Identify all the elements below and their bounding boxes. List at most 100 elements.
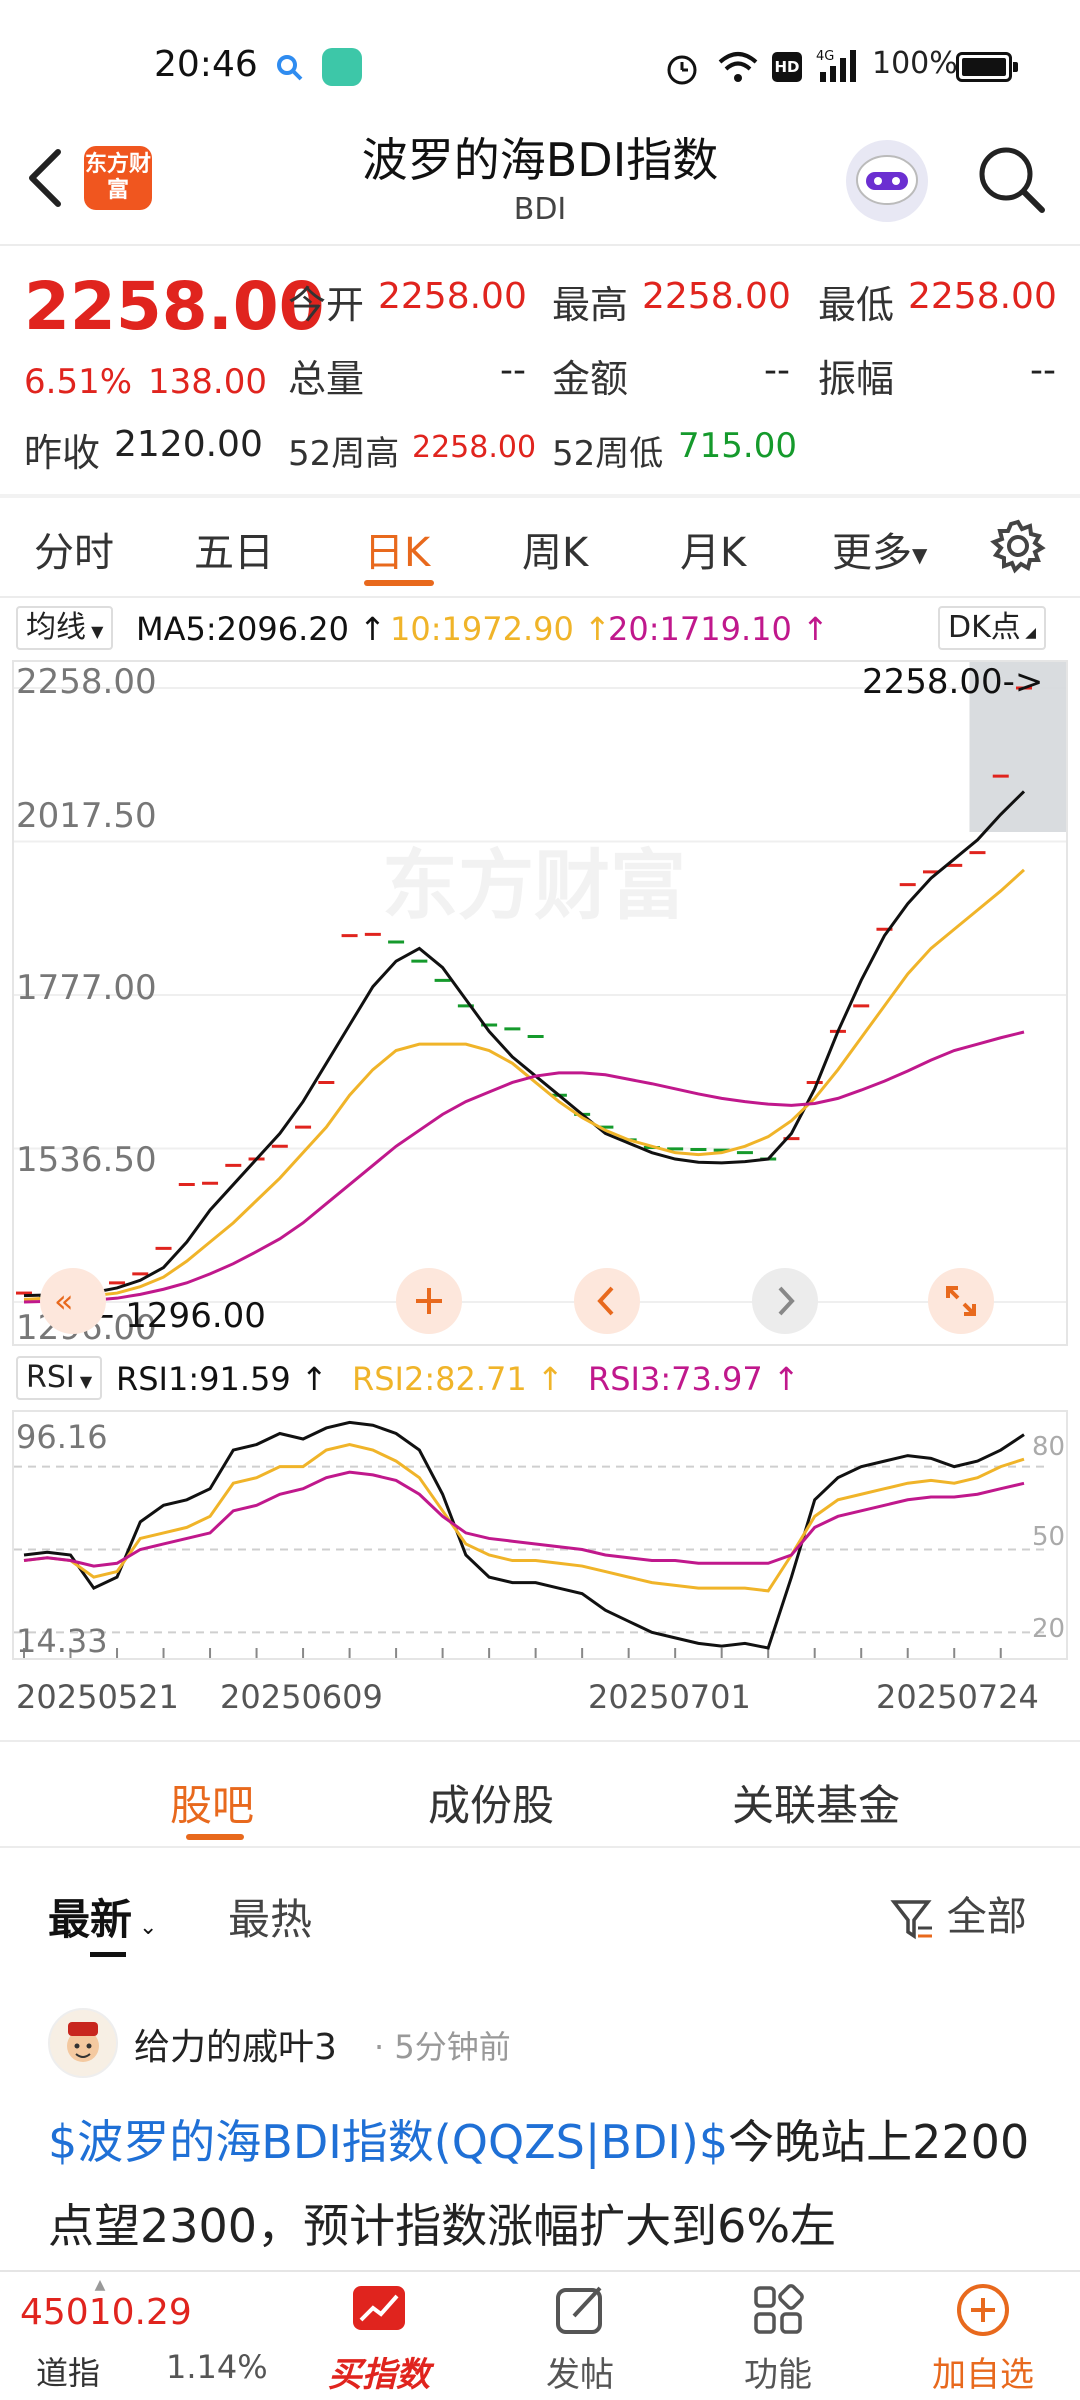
sort-active-indicator bbox=[90, 1952, 126, 1957]
low-marker-value: 1296.00 bbox=[125, 1296, 266, 1336]
rsi-right-tick-label: 20 bbox=[1032, 1614, 1066, 1644]
avatar[interactable] bbox=[48, 2008, 118, 2078]
hd-icon: HD bbox=[772, 52, 802, 82]
rsi-selector[interactable]: RSI ▼ bbox=[16, 1356, 103, 1400]
tab-monthly-k[interactable]: 月K bbox=[680, 520, 746, 578]
volume-label: 总量 bbox=[288, 357, 365, 401]
rsi-line-rsi1 bbox=[23, 1420, 1025, 1650]
ma10-legend-text: 10:1972.90 bbox=[390, 610, 574, 648]
caret-down-icon: ▼ bbox=[912, 543, 928, 567]
sort-latest-label: 最新 bbox=[48, 1895, 133, 1944]
tab-daily-k[interactable]: 日K bbox=[364, 520, 430, 578]
rsi-y-tick-label: 96.16 bbox=[16, 1418, 108, 1456]
search-button-icon[interactable] bbox=[974, 142, 1048, 216]
rsi2-legend-text: RSI2:82.71 bbox=[352, 1360, 527, 1398]
rsi1-legend: RSI1:91.59 ↑ bbox=[116, 1360, 328, 1398]
tab-guba[interactable]: 股吧 bbox=[170, 1772, 254, 1833]
watermark-text: 东方财富 bbox=[382, 841, 686, 930]
chart-section-divider bbox=[0, 1740, 1080, 1742]
sort-hot[interactable]: 最热 bbox=[228, 1886, 312, 1947]
volume-value: -- bbox=[500, 350, 526, 391]
amount-label: 金额 bbox=[552, 357, 629, 401]
robot-assistant-icon[interactable] bbox=[846, 140, 928, 222]
post-label: 发帖 bbox=[546, 2355, 614, 2395]
change-percent: 6.51% bbox=[24, 362, 133, 402]
ma20-legend: 20:1719.10 ↑ bbox=[608, 610, 829, 648]
settings-gear-icon[interactable] bbox=[990, 518, 1046, 574]
sort-latest[interactable]: 最新 ⌄ bbox=[48, 1886, 157, 1947]
header-divider bbox=[0, 244, 1080, 246]
active-tab-indicator bbox=[364, 580, 434, 586]
filter-icon bbox=[890, 1900, 932, 1940]
prev-close-value: 2120.00 bbox=[114, 424, 263, 465]
index-name: 道指 bbox=[36, 2354, 101, 2392]
edit-icon bbox=[556, 2286, 602, 2334]
buy-index-button[interactable]: 买指数 bbox=[314, 2282, 444, 2396]
ma5-legend: MA5:2096.20 ↑ bbox=[136, 610, 386, 648]
kline-chart[interactable]: 东方财富 bbox=[12, 660, 1068, 1346]
rsi-chart-svg bbox=[14, 1420, 1046, 1658]
rsi3-legend-text: RSI3:73.97 bbox=[588, 1360, 763, 1398]
x-tick-label: 20250701 bbox=[588, 1678, 751, 1716]
functions-button[interactable]: 功能 bbox=[718, 2282, 838, 2396]
y-tick-label: 2017.50 bbox=[16, 796, 157, 836]
dk-point-button[interactable]: DK点 ◢ bbox=[938, 606, 1046, 650]
tab-more-label: 更多 bbox=[832, 530, 912, 576]
current-price: 2258.00 bbox=[24, 268, 325, 345]
x-tick-label: 20250521 bbox=[16, 1678, 179, 1716]
post-stock-link[interactable]: $波罗的海BDI指数(QQZS|BDI)$ bbox=[48, 2115, 728, 2169]
tabs-bottom-divider bbox=[0, 1846, 1080, 1848]
open-label: 今开 bbox=[288, 283, 365, 327]
scroll-right-button[interactable] bbox=[752, 1268, 818, 1334]
open-value: 2258.00 bbox=[378, 276, 527, 317]
tab-weekly-k[interactable]: 周K bbox=[522, 520, 588, 578]
rsi-right-tick-label: 50 bbox=[1032, 1522, 1066, 1552]
scroll-left-button[interactable] bbox=[574, 1268, 640, 1334]
post-button[interactable]: 发帖 bbox=[520, 2282, 640, 2396]
low-marker: ← 1296.00 bbox=[86, 1296, 266, 1336]
y-tick-label: 1536.50 bbox=[16, 1140, 157, 1180]
battery-percent: 100% bbox=[872, 46, 958, 81]
scroll-left-fast-button[interactable]: « bbox=[40, 1268, 106, 1334]
ma-selector[interactable]: 均线 ▼ bbox=[16, 606, 114, 650]
add-circle-icon bbox=[957, 2284, 1009, 2336]
rsi-right-tick-label: 80 bbox=[1032, 1432, 1066, 1462]
add-watchlist-button[interactable]: 加自选 bbox=[918, 2282, 1048, 2396]
tab-related-funds[interactable]: 关联基金 bbox=[732, 1772, 900, 1833]
amplitude-value: -- bbox=[1030, 350, 1056, 391]
arrow-up-icon: ↑ bbox=[526, 1360, 564, 1398]
amount-value: -- bbox=[764, 350, 790, 391]
zoom-in-button[interactable] bbox=[396, 1268, 462, 1334]
x-tick-label: 20250609 bbox=[220, 1678, 383, 1716]
rsi-chart[interactable] bbox=[12, 1410, 1068, 1660]
quote-divider bbox=[0, 494, 1080, 498]
tabs-divider bbox=[0, 596, 1080, 598]
signal-icon: 4G bbox=[816, 46, 868, 90]
arrow-up-icon: ↑ bbox=[348, 610, 386, 648]
post-time: · 5分钟前 bbox=[374, 2028, 511, 2066]
post-body[interactable]: $波罗的海BDI指数(QQZS|BDI)$今晚站上2200点望2300，预计指数… bbox=[48, 2100, 1038, 2268]
fullscreen-button[interactable] bbox=[928, 1268, 994, 1334]
wifi-icon bbox=[716, 48, 760, 92]
rsi-selector-label: RSI bbox=[26, 1360, 75, 1395]
buy-index-label: 买指数 bbox=[328, 2355, 430, 2395]
index-ticker[interactable]: ▲ 45010.29 bbox=[20, 2278, 192, 2333]
rsi3-legend: RSI3:73.97 ↑ bbox=[588, 1360, 800, 1398]
alarm-icon bbox=[664, 50, 700, 90]
tab-five-day[interactable]: 五日 bbox=[194, 520, 274, 578]
post-author[interactable]: 给力的戚叶3 bbox=[134, 2018, 337, 2070]
index-value: 45010.29 bbox=[20, 2292, 192, 2333]
low-label: 最低 bbox=[818, 283, 895, 327]
tab-constituents[interactable]: 成份股 bbox=[428, 1772, 554, 1833]
filter-all-button[interactable]: 全部 bbox=[890, 1884, 1027, 1942]
search-icon bbox=[276, 54, 304, 82]
ma10-legend: 10:1972.90 ↑ bbox=[390, 610, 611, 648]
price-marker: 2258.00-> bbox=[862, 662, 1044, 702]
w52-high-value: 2258.00 bbox=[412, 430, 537, 465]
w52-high-label: 52周高 bbox=[288, 434, 400, 474]
status-time: 20:46 bbox=[154, 44, 258, 85]
tab-intraday[interactable]: 分时 bbox=[34, 520, 114, 578]
caret-down-icon: ▼ bbox=[74, 1372, 93, 1391]
tab-more[interactable]: 更多▼ bbox=[832, 520, 927, 578]
add-watchlist-label: 加自选 bbox=[932, 2355, 1034, 2395]
